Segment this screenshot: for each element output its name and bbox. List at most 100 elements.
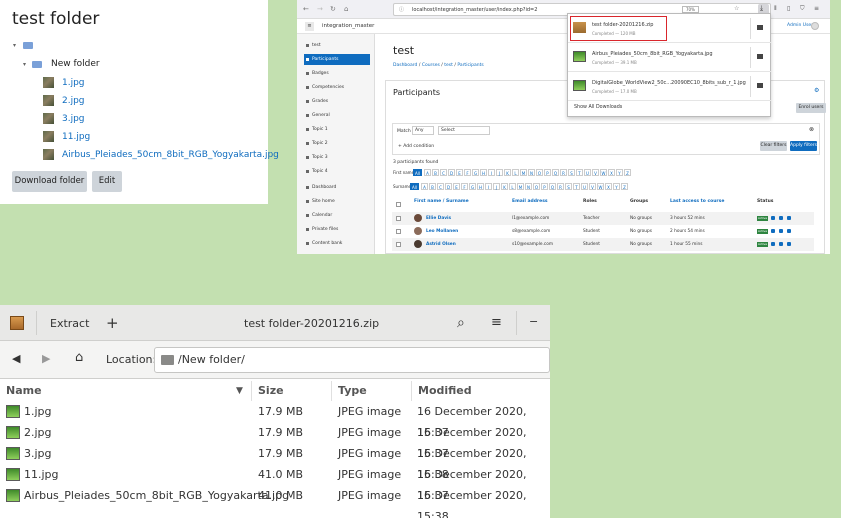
home-icon[interactable]: ⌂ [75, 350, 83, 365]
match-select[interactable]: Any [412, 126, 434, 135]
initial-filter-letter[interactable]: V [589, 183, 596, 190]
initial-filter-letter[interactable]: U [581, 183, 588, 190]
type-column-header[interactable]: Type [332, 381, 412, 401]
sidebar-icon[interactable]: ▯ [787, 5, 790, 12]
initial-filter-letter[interactable]: H [477, 183, 484, 190]
gear-icon[interactable] [779, 229, 783, 233]
file-item[interactable]: 3.jpg [43, 113, 85, 127]
menu-icon[interactable]: ≡ [814, 5, 819, 12]
initial-filter-letter[interactable]: W [597, 183, 604, 190]
initial-filter-letter[interactable]: D [445, 183, 452, 190]
back-icon[interactable]: ◀ [12, 352, 20, 365]
site-name[interactable]: integration_master [322, 23, 374, 29]
forward-icon[interactable]: → [317, 5, 323, 13]
sidebar-item-site-home[interactable]: Site home [304, 196, 370, 207]
initial-filter-letter[interactable]: I [488, 169, 495, 176]
initial-filter-letter[interactable]: A [424, 169, 431, 176]
select-all-checkbox[interactable] [396, 202, 401, 207]
info-icon[interactable] [771, 242, 775, 246]
initial-filter-letter[interactable]: L [512, 169, 519, 176]
open-folder-icon[interactable] [757, 25, 763, 30]
library-icon[interactable]: ⫴ [774, 5, 777, 13]
sidebar-item-topic-1[interactable]: Topic 1 [304, 124, 370, 135]
participant-name[interactable]: Leo Mollanen [426, 229, 458, 234]
reload-icon[interactable]: ↻ [330, 5, 336, 13]
initial-filter-letter[interactable]: X [608, 169, 615, 176]
table-row[interactable]: 2.jpg 17.9 MB JPEG image 16 December 202… [0, 422, 550, 460]
filter-type-select[interactable]: Select [438, 126, 490, 135]
zoom-level[interactable]: 70% [682, 6, 699, 13]
file-link[interactable]: 1.jpg [62, 78, 85, 88]
column-header[interactable]: Email address [512, 199, 548, 204]
initial-filter-letter[interactable]: R [557, 183, 564, 190]
add-icon[interactable]: + [106, 314, 119, 332]
breadcrumb-item[interactable]: test [444, 63, 453, 68]
collapse-toggle-icon[interactable]: ▾ [13, 42, 16, 49]
sidebar-item-competencies[interactable]: Competencies [304, 82, 370, 93]
initial-filter-letter[interactable]: E [456, 169, 463, 176]
initial-filter-letter[interactable]: Z [621, 183, 628, 190]
trash-icon[interactable] [787, 242, 791, 246]
initial-filter-letter[interactable]: F [464, 169, 471, 176]
trash-icon[interactable] [787, 229, 791, 233]
home-icon[interactable]: ⌂ [344, 5, 348, 13]
initial-filter-letter[interactable]: S [568, 169, 575, 176]
close-icon[interactable]: ⊗ [809, 126, 814, 133]
download-item[interactable]: test folder-20201216.zip Completed — 120… [568, 14, 771, 43]
initial-filter-letter[interactable]: P [541, 183, 548, 190]
back-icon[interactable]: ← [303, 5, 309, 13]
initial-filter-letter[interactable]: P [544, 169, 551, 176]
menu-icon[interactable]: ≡ [491, 315, 502, 330]
sidebar-item-private-files[interactable]: Private files [304, 224, 370, 235]
initial-filter-letter[interactable]: V [592, 169, 599, 176]
initial-filter-letter[interactable]: M [520, 169, 527, 176]
download-item[interactable]: Airbus_Pleiades_50cm_8bit_RGB_Yogyakarta… [568, 43, 771, 72]
open-folder-icon[interactable] [757, 54, 763, 59]
file-link[interactable]: Airbus_Pleiades_50cm_8bit_RGB_Yogyakarta… [62, 150, 279, 160]
shield-icon[interactable]: ⛉ [800, 5, 805, 13]
initial-filter-letter[interactable]: Y [616, 169, 623, 176]
download-folder-button[interactable]: Download folder [12, 171, 87, 192]
initial-filter-letter[interactable]: A [421, 183, 428, 190]
file-link[interactable]: 11.jpg [62, 132, 90, 142]
column-header[interactable]: Last access to course [670, 199, 724, 204]
initial-filter-letter[interactable]: L [509, 183, 516, 190]
column-header[interactable]: First name / Surname [414, 199, 469, 204]
table-row[interactable]: 3.jpg 17.9 MB JPEG image 16 December 202… [0, 443, 550, 481]
participant-name[interactable]: Astrid Olsen [426, 242, 456, 247]
initial-filter-all[interactable]: All [410, 183, 419, 190]
file-item[interactable]: Airbus_Pleiades_50cm_8bit_RGB_Yogyakarta… [43, 149, 279, 163]
clear-filters-button[interactable]: Clear filters [760, 141, 787, 151]
initial-filter-letter[interactable]: J [496, 169, 503, 176]
sidebar-item-dashboard[interactable]: Dashboard [304, 182, 370, 193]
sidebar-item-badges[interactable]: Badges [304, 68, 370, 79]
initial-filter-letter[interactable]: H [480, 169, 487, 176]
file-item[interactable]: 11.jpg [43, 131, 90, 145]
file-link[interactable]: 3.jpg [62, 114, 85, 124]
initial-filter-letter[interactable]: T [573, 183, 580, 190]
breadcrumb-item[interactable]: Dashboard [393, 63, 417, 68]
edit-button[interactable]: Edit [92, 171, 122, 192]
download-item[interactable]: DigitalGlobe_WorldView2_50c...20090EC10_… [568, 72, 771, 101]
enrol-users-button[interactable]: Enrol users [796, 103, 826, 113]
initial-filter-letter[interactable]: N [528, 169, 535, 176]
sidebar-item-general[interactable]: General [304, 110, 370, 121]
row-checkbox[interactable] [396, 242, 401, 247]
search-icon[interactable]: ⌕ [457, 315, 465, 331]
initial-filter-letter[interactable]: J [493, 183, 500, 190]
info-icon[interactable] [771, 216, 775, 220]
sidebar-item-content-bank[interactable]: Content bank [304, 238, 370, 249]
sidebar-item-calendar[interactable]: Calendar [304, 210, 370, 221]
initial-filter-letter[interactable]: R [560, 169, 567, 176]
extract-button[interactable]: Extract [50, 317, 89, 330]
initial-filter-letter[interactable]: F [461, 183, 468, 190]
initial-filter-letter[interactable]: K [504, 169, 511, 176]
open-folder-icon[interactable] [757, 83, 763, 88]
initial-filter-letter[interactable]: Q [549, 183, 556, 190]
breadcrumb-item[interactable]: Courses [422, 63, 440, 68]
apply-filters-button[interactable]: Apply filters [790, 141, 817, 151]
initial-filter-letter[interactable]: W [600, 169, 607, 176]
initial-filter-letter[interactable]: C [440, 169, 447, 176]
initial-filter-letter[interactable]: Y [613, 183, 620, 190]
gear-icon[interactable] [779, 242, 783, 246]
